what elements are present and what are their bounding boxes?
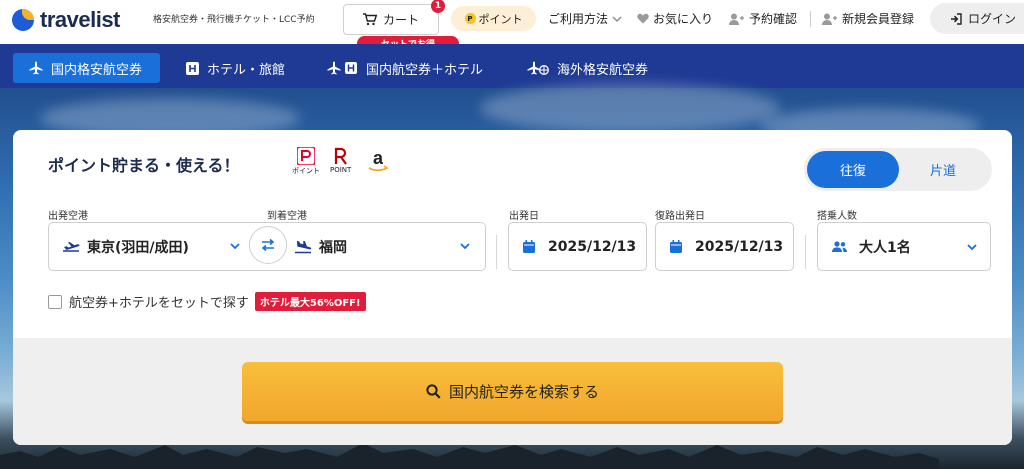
site-header: travelist 格安航空券・飛行機チケット・LCC予約 カート 1 セットで… (0, 0, 1024, 51)
paypay-point-logo: ポイント (292, 147, 320, 176)
flight-search-card: ポイント貯まる・使える！ ポイント POINT a 往復 片道 出発空港 到着空… (13, 130, 1012, 445)
chevron-down-icon (230, 243, 240, 250)
return-date-picker[interactable]: 2025/12/13 (655, 222, 794, 271)
calendar-icon (670, 240, 682, 253)
departure-date-picker[interactable]: 2025/12/13 (508, 222, 647, 271)
departure-airport-label: 出発空港 (48, 211, 88, 222)
reservations-link[interactable]: 予約確認 (729, 10, 797, 27)
svg-text:a: a (373, 149, 384, 168)
cart-count-badge: 1 (431, 0, 445, 13)
signup-label: 新規会員登録 (842, 12, 915, 26)
search-button-label: 国内航空券を検索する (448, 383, 599, 401)
passengers-select[interactable]: 大人1名 (817, 222, 991, 271)
calendar-icon (523, 240, 535, 253)
passengers-label: 搭乗人数 (817, 211, 857, 222)
tab-label: 国内格安航空券 (51, 62, 143, 78)
cart-label: カート (382, 13, 419, 27)
tab-flight-hotel[interactable]: 国内航空券＋ホテル (327, 53, 483, 83)
cart-button[interactable]: カート (343, 4, 439, 35)
tab-label: 海外格安航空券 (557, 62, 649, 78)
chevron-down-icon (612, 16, 622, 22)
swap-arrows-icon (261, 238, 275, 252)
takeoff-icon (63, 241, 80, 252)
field-separator (805, 235, 806, 269)
usage-menu[interactable]: ご利用方法 (548, 10, 623, 27)
round-trip-option[interactable]: 往復 (807, 151, 899, 188)
arrival-airport-value: 福岡 (319, 239, 347, 256)
logo-text: travelist (40, 7, 120, 32)
tab-domestic-flights[interactable]: 国内格安航空券 (13, 53, 161, 83)
rakuten-logo-icon (334, 147, 347, 165)
login-button[interactable]: ログイン (930, 3, 1024, 34)
departure-airport-value: 東京(羽田/成田) (87, 239, 189, 256)
tab-label: ホテル・旅館 (207, 62, 286, 78)
favorites-link[interactable]: お気に入り (637, 10, 713, 27)
point-label: ポイント (478, 12, 523, 26)
tab-hotels[interactable]: ホテル・旅館 (186, 53, 285, 83)
airplane-icon (29, 61, 43, 75)
set-option-label: 航空券+ホテルをセットで探す (69, 296, 249, 311)
point-button[interactable]: P ポイント (451, 6, 536, 31)
field-separator (496, 235, 497, 269)
logo-mark-icon (12, 9, 34, 31)
chevron-down-icon (967, 244, 977, 251)
search-flights-button[interactable]: 国内航空券を検索する (242, 362, 783, 421)
header-divider (810, 11, 811, 27)
amazon-logo-icon: a (368, 149, 389, 172)
hotel-icon (186, 61, 199, 75)
reservations-label: 予約確認 (749, 12, 798, 26)
swap-airports-button[interactable] (249, 226, 287, 264)
rakuten-caption: POINT (330, 166, 352, 174)
user-plus-icon (822, 13, 837, 25)
departure-airport-select[interactable]: 東京(羽田/成田) (49, 222, 254, 271)
point-coin-icon: P (464, 13, 476, 24)
hotel-discount-badge: ホテル最大56%OFF! (254, 292, 366, 311)
passengers-value: 大人1名 (859, 239, 911, 256)
usage-label: ご利用方法 (548, 12, 609, 26)
paypay-caption: ポイント (292, 167, 320, 175)
people-icon (832, 241, 847, 252)
arrival-airport-select[interactable]: 福岡 (291, 222, 485, 271)
search-icon (426, 384, 441, 399)
category-nav: 国内格安航空券 ホテル・旅館 国内航空券＋ホテル 海外格安航空券 (0, 44, 1024, 88)
trip-type-toggle: 往復 片道 (804, 148, 992, 191)
travelist-logo[interactable]: travelist (12, 7, 120, 33)
favorites-label: お気に入り (653, 12, 714, 26)
flight-hotel-set-checkbox[interactable]: 航空券+ホテルをセットで探す ホテル最大56%OFF! (48, 292, 366, 311)
paypay-logo-icon (297, 147, 315, 165)
chevron-down-icon (460, 243, 470, 250)
login-label: ログイン (968, 12, 1017, 26)
departure-date-label: 出発日 (509, 211, 539, 222)
one-way-option[interactable]: 片道 (897, 151, 989, 188)
site-tagline: 格安航空券・飛行機チケット・LCC予約 (153, 15, 315, 25)
points-promo-title: ポイント貯まる・使える！ (48, 156, 240, 175)
return-date-value: 2025/12/13 (695, 238, 784, 255)
departure-date-value: 2025/12/13 (548, 238, 637, 255)
rakuten-point-logo: POINT (330, 147, 351, 174)
tab-international-flights[interactable]: 海外格安航空券 (527, 53, 648, 83)
login-icon (951, 12, 962, 25)
signup-link[interactable]: 新規会員登録 (822, 10, 914, 27)
heart-icon (637, 13, 649, 24)
arrival-airport-label: 到着空港 (267, 211, 307, 222)
user-check-icon (729, 13, 744, 25)
airplane-globe-icon (527, 61, 549, 75)
cart-icon (362, 13, 377, 26)
return-date-label: 復路出発日 (655, 211, 705, 222)
airplane-hotel-icon (327, 61, 357, 75)
amazon-logo: a (366, 149, 390, 175)
checkbox[interactable] (48, 294, 62, 309)
tab-label: 国内航空券＋ホテル (366, 62, 484, 78)
landing-icon (295, 240, 312, 253)
